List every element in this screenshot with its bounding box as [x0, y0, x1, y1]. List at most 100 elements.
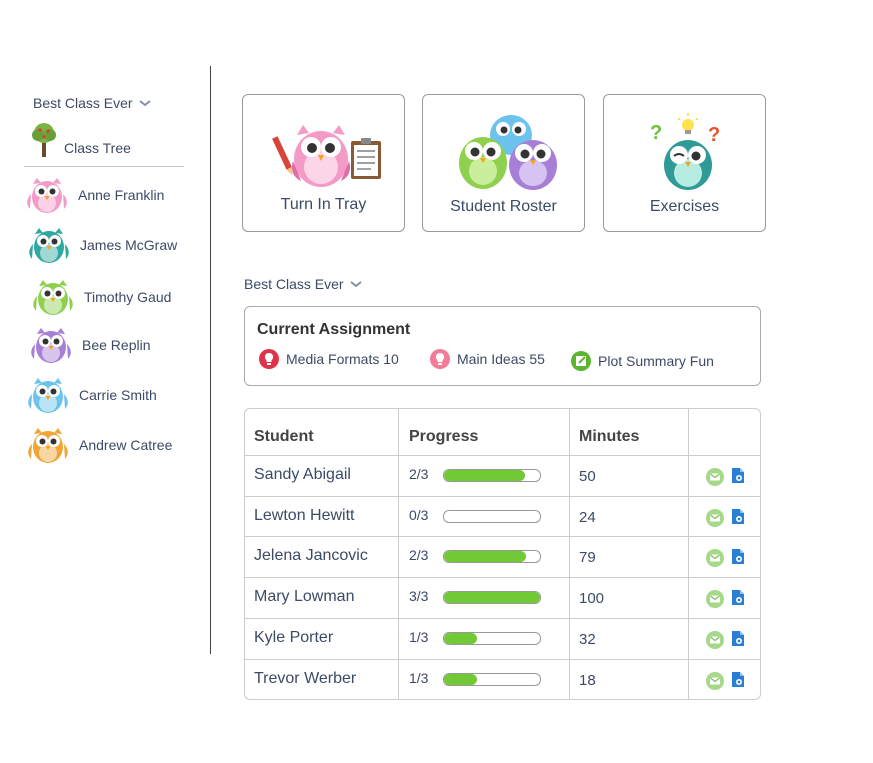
exercises-tile[interactable]: ? ? Exercises	[603, 94, 766, 232]
pink-owl-with-clipboard-icon	[272, 125, 381, 187]
student-name-cell[interactable]: Kyle Porter	[254, 629, 333, 647]
chevron-down-icon	[350, 281, 362, 288]
student-roster-tile[interactable]: Student Roster	[422, 94, 585, 232]
table-row[interactable]: Sandy Abigail 2/3 50	[245, 455, 760, 497]
student-progress-table: Student Progress Minutes Sandy Abigail 2/…	[244, 408, 761, 700]
header-progress[interactable]: Progress	[409, 428, 478, 446]
svg-text:?: ?	[708, 124, 720, 146]
table-row[interactable]: Lewton Hewitt 0/3 24	[245, 496, 760, 538]
progress-bar	[443, 550, 541, 563]
tree-icon	[32, 123, 56, 157]
document-icon[interactable]	[731, 589, 745, 606]
teal-owl-icon	[29, 228, 69, 263]
sidebar-class-selector[interactable]: Best Class Ever	[33, 95, 151, 111]
progress-bar	[443, 510, 541, 523]
table-row[interactable]: Trevor Werber 1/3 18	[245, 659, 760, 699]
turn-in-tray-label: Turn In Tray	[280, 196, 367, 213]
message-icon[interactable]	[706, 631, 724, 649]
assignment-item-label: Media Formats 10	[286, 351, 399, 367]
pink-owl-icon	[27, 178, 67, 213]
progress-bar	[443, 632, 541, 645]
orange-owl-icon	[28, 428, 68, 463]
minutes-cell: 79	[579, 549, 596, 566]
minutes-cell: 32	[579, 631, 596, 648]
current-assignment-panel: Current Assignment Media Formats 10 Main…	[244, 306, 761, 386]
document-icon[interactable]	[731, 548, 745, 565]
assignment-item-label: Plot Summary Fun	[598, 353, 714, 369]
blue-owl-icon	[28, 378, 68, 413]
owl-group-icon	[459, 115, 557, 190]
message-icon[interactable]	[706, 549, 724, 567]
progress-fraction: 1/3	[409, 629, 429, 645]
sidebar-class-name: Best Class Ever	[33, 95, 133, 111]
document-icon[interactable]	[731, 671, 745, 688]
purple-owl-icon	[31, 328, 71, 363]
assignment-item-main-ideas[interactable]: Main Ideas 55	[430, 349, 545, 369]
minutes-cell: 50	[579, 468, 596, 485]
header-student[interactable]: Student	[254, 428, 314, 446]
sidebar-student-name: Bee Replin	[82, 337, 151, 353]
header-minutes[interactable]: Minutes	[579, 428, 639, 446]
progress-fraction: 1/3	[409, 670, 429, 686]
green-pencil-icon	[571, 351, 591, 371]
progress-fraction: 0/3	[409, 507, 429, 523]
sidebar-student-1[interactable]: James McGraw	[26, 226, 177, 264]
table-row[interactable]: Mary Lowman 3/3 100	[245, 577, 760, 619]
sidebar-student-name: Timothy Gaud	[84, 289, 172, 305]
sidebar-student-name: Andrew Catree	[79, 437, 173, 453]
assignment-item-media-formats[interactable]: Media Formats 10	[259, 349, 399, 369]
table-row[interactable]: Kyle Porter 1/3 32	[245, 618, 760, 660]
sidebar-student-name: James McGraw	[80, 237, 178, 253]
progress-bar-fill	[444, 674, 477, 685]
progress-bar	[443, 673, 541, 686]
pink-lightbulb-icon	[430, 349, 450, 369]
class-tree-link[interactable]: Class Tree	[30, 122, 131, 158]
document-icon[interactable]	[731, 508, 745, 525]
student-name-cell[interactable]: Jelena Jancovic	[254, 547, 368, 565]
exercises-label: Exercises	[649, 198, 720, 215]
thinking-owl-icon: ? ?	[650, 113, 720, 190]
student-name-cell[interactable]: Trevor Werber	[254, 670, 356, 688]
minutes-cell: 24	[579, 509, 596, 526]
message-icon[interactable]	[706, 672, 724, 690]
progress-bar-fill	[444, 470, 525, 481]
progress-bar-fill	[444, 551, 526, 562]
sidebar-student-0[interactable]: Anne Franklin	[24, 176, 164, 214]
sidebar-vertical-divider	[210, 66, 211, 654]
main-class-selector[interactable]: Best Class Ever	[244, 276, 362, 292]
sidebar-student-5[interactable]: Andrew Catree	[25, 426, 172, 464]
sidebar-student-2[interactable]: Timothy Gaud	[30, 278, 171, 316]
progress-bar	[443, 591, 541, 604]
sidebar-divider	[24, 166, 184, 167]
progress-fraction: 2/3	[409, 547, 429, 563]
message-icon[interactable]	[706, 590, 724, 608]
progress-fraction: 3/3	[409, 588, 429, 604]
document-icon[interactable]	[731, 630, 745, 647]
document-icon[interactable]	[731, 467, 745, 484]
student-name-cell[interactable]: Mary Lowman	[254, 588, 354, 606]
message-icon[interactable]	[706, 468, 724, 486]
table-row[interactable]: Jelena Jancovic 2/3 79	[245, 536, 760, 578]
minutes-cell: 18	[579, 672, 596, 689]
student-name-cell[interactable]: Lewton Hewitt	[254, 507, 355, 525]
green-owl-icon	[33, 280, 73, 315]
main-class-name: Best Class Ever	[244, 276, 344, 292]
turn-in-tray-tile[interactable]: Turn In Tray	[242, 94, 405, 232]
current-assignment-title: Current Assignment	[257, 321, 411, 338]
chevron-down-icon	[139, 100, 151, 107]
message-icon[interactable]	[706, 509, 724, 527]
assignment-item-plot-summary[interactable]: Plot Summary Fun	[571, 351, 714, 371]
red-lightbulb-icon	[259, 349, 279, 369]
progress-bar	[443, 469, 541, 482]
class-tree-label: Class Tree	[64, 140, 131, 156]
progress-fraction: 2/3	[409, 466, 429, 482]
sidebar-student-3[interactable]: Bee Replin	[28, 326, 151, 364]
progress-bar-fill	[444, 592, 540, 603]
svg-text:?: ?	[650, 122, 662, 144]
student-roster-label: Student Roster	[450, 198, 557, 215]
minutes-cell: 100	[579, 590, 605, 607]
sidebar-student-4[interactable]: Carrie Smith	[25, 376, 157, 414]
student-name-cell[interactable]: Sandy Abigail	[254, 466, 351, 484]
assignment-item-label: Main Ideas 55	[457, 351, 545, 367]
sidebar-student-name: Anne Franklin	[78, 187, 165, 203]
